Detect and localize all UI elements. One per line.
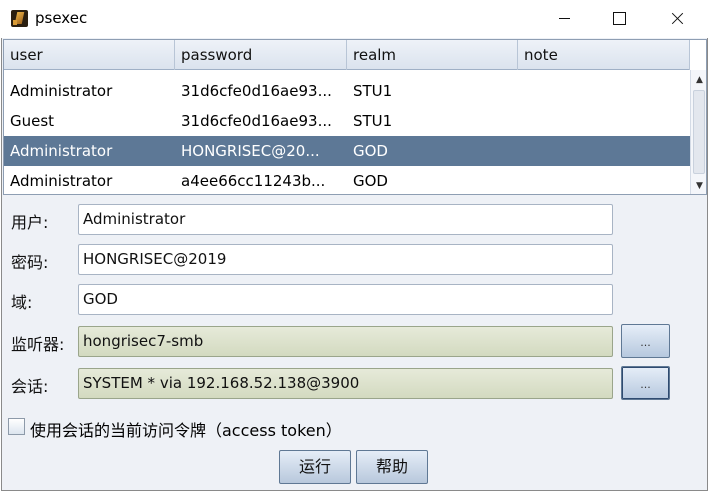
- cell-password: a4ee66cc11243b...: [181, 172, 326, 190]
- scroll-down-arrow-icon[interactable]: ▼: [691, 178, 706, 194]
- table-row[interactable]: Guest 31d6cfe0d16ae93... STU1: [4, 106, 690, 136]
- access-token-label[interactable]: 使用会话的当前访问令牌（access token）: [30, 417, 342, 441]
- cell-user: Administrator: [10, 142, 113, 160]
- password-label: 密码:: [11, 253, 49, 272]
- user-input[interactable]: Administrator: [78, 204, 613, 235]
- session-field: SYSTEM * via 192.168.52.138@3900: [78, 368, 613, 399]
- column-header-user[interactable]: user: [4, 40, 175, 70]
- help-button[interactable]: 帮助: [356, 450, 428, 484]
- cell-user: Guest: [10, 112, 55, 130]
- scroll-up-arrow-icon[interactable]: ▲: [691, 72, 706, 88]
- dialog-content: user password realm note Administrator 3…: [1, 38, 708, 491]
- column-header-realm[interactable]: realm: [347, 40, 518, 70]
- column-header-password[interactable]: password: [175, 40, 347, 70]
- table-row[interactable]: Administrator a4ee66cc11243b... GOD: [4, 166, 690, 194]
- password-input[interactable]: HONGRISEC@2019: [78, 244, 613, 275]
- cell-note: [518, 76, 690, 106]
- cell-user: Administrator: [10, 82, 113, 100]
- listener-browse-button[interactable]: ...: [621, 324, 670, 358]
- maximize-button[interactable]: [590, 0, 648, 38]
- title-bar: psexec: [0, 0, 709, 38]
- table-row-selected[interactable]: Administrator HONGRISEC@20... GOD: [4, 136, 690, 166]
- run-button[interactable]: 运行: [279, 450, 351, 484]
- table-row[interactable]: Administrator 31d6cfe0d16ae93... STU1: [4, 76, 690, 106]
- domain-label: 域:: [11, 293, 33, 312]
- cell-realm: GOD: [353, 172, 388, 190]
- cell-note: [518, 106, 690, 136]
- table-body: Administrator 31d6cfe0d16ae93... STU1 Gu…: [4, 76, 690, 194]
- cell-password: 31d6cfe0d16ae93...: [181, 112, 332, 130]
- domain-input[interactable]: GOD: [78, 284, 613, 315]
- close-button[interactable]: [648, 0, 706, 38]
- cell-note: [518, 136, 690, 166]
- cell-user: Administrator: [10, 172, 113, 190]
- window-title: psexec: [35, 9, 88, 27]
- cell-password: HONGRISEC@20...: [181, 142, 320, 160]
- access-token-checkbox[interactable]: [8, 418, 25, 435]
- scrollbar-thumb[interactable]: [693, 90, 705, 174]
- listener-field: hongrisec7-smb: [78, 326, 613, 357]
- session-label: 会话:: [11, 377, 49, 396]
- cell-password: 31d6cfe0d16ae93...: [181, 82, 332, 100]
- minimize-button[interactable]: [535, 0, 593, 38]
- table-scrollbar[interactable]: ▲ ▼: [690, 70, 706, 194]
- session-browse-button[interactable]: ...: [621, 366, 670, 400]
- cell-realm: STU1: [353, 82, 393, 100]
- user-label: 用户:: [11, 213, 49, 232]
- app-icon: [11, 10, 28, 27]
- cell-note: [518, 166, 690, 194]
- listener-label: 监听器:: [11, 335, 65, 354]
- cell-realm: GOD: [353, 142, 388, 160]
- table-header: user password realm note: [4, 40, 690, 70]
- credentials-table[interactable]: user password realm note Administrator 3…: [3, 39, 707, 195]
- column-header-note[interactable]: note: [518, 40, 690, 70]
- cell-realm: STU1: [353, 112, 393, 130]
